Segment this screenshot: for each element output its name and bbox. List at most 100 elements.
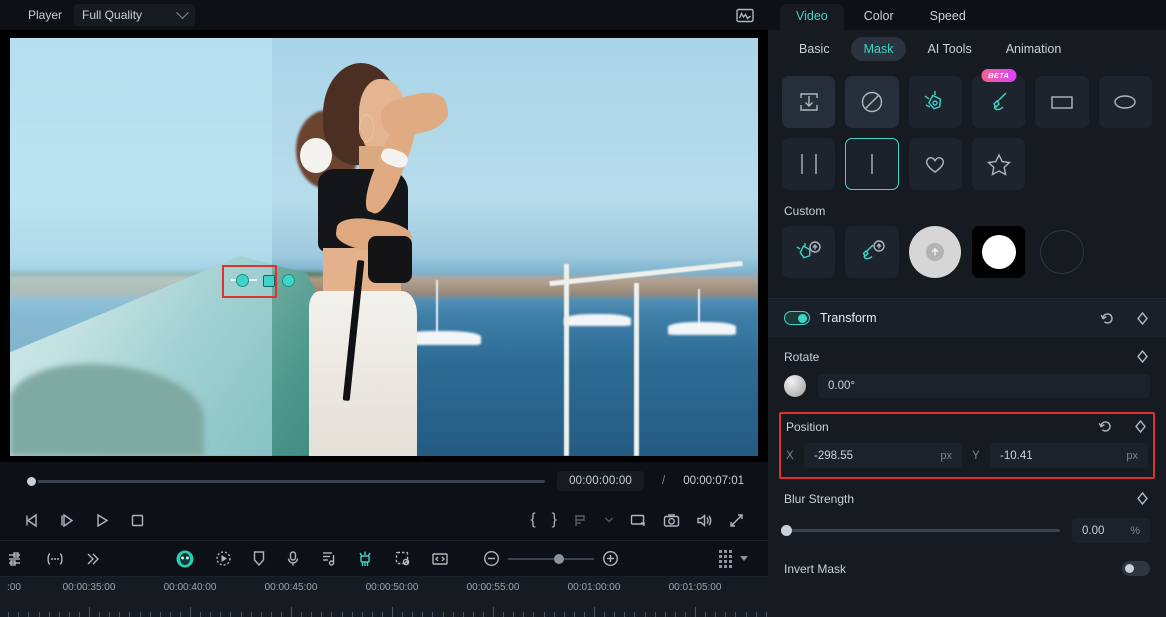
- keyframe-diamond-icon[interactable]: [1135, 311, 1150, 326]
- invert-mask-label: Invert Mask: [784, 561, 847, 576]
- mask-double-line-icon[interactable]: [782, 138, 836, 190]
- zoom-slider-knob[interactable]: [554, 553, 564, 564]
- scrubber[interactable]: [25, 474, 546, 488]
- custom-brush-upload-icon[interactable]: [845, 226, 899, 278]
- blur-slider-knob[interactable]: [781, 525, 792, 536]
- shield-marker-icon[interactable]: [252, 550, 266, 567]
- mask-single-line-icon[interactable]: [845, 138, 899, 190]
- timeline-ruler[interactable]: :00 00:00:35:00 00:00:40:00 00:00:45:00 …: [0, 576, 768, 617]
- custom-empty-slot[interactable]: [1035, 226, 1088, 278]
- crop-icon[interactable]: [394, 550, 411, 567]
- play-icon[interactable]: [94, 513, 111, 528]
- mask-star-icon[interactable]: [971, 138, 1026, 190]
- camera-icon[interactable]: [663, 513, 680, 528]
- blur-input[interactable]: 0.00 %: [1072, 518, 1150, 543]
- mask-import-icon[interactable]: [782, 76, 836, 128]
- chevron-down-icon: [176, 5, 189, 19]
- music-note-icon[interactable]: [320, 550, 336, 567]
- video-preview[interactable]: [10, 38, 758, 456]
- dots-grid-icon[interactable]: [719, 549, 732, 568]
- rotate-input[interactable]: 0.00°: [818, 374, 1150, 398]
- mask-heart-icon[interactable]: [908, 138, 962, 190]
- transform-toggle[interactable]: [784, 311, 810, 325]
- mark-in-button[interactable]: {: [530, 511, 535, 529]
- speaker-icon[interactable]: [696, 513, 713, 528]
- mask-none-icon[interactable]: [845, 76, 899, 128]
- tab-video[interactable]: Video: [780, 4, 844, 30]
- ruler-tick: [664, 612, 666, 617]
- mask-handle-right-dot[interactable]: [282, 274, 295, 287]
- mixer-icon[interactable]: [8, 551, 25, 567]
- zoom-out-icon[interactable]: [483, 550, 500, 567]
- fit-width-icon[interactable]: [431, 551, 449, 567]
- beta-badge: BETA: [981, 69, 1017, 82]
- ruler-tick: [392, 607, 393, 617]
- monitor-icon[interactable]: [630, 513, 647, 528]
- waveform-scope-icon[interactable]: [732, 5, 758, 25]
- quality-select[interactable]: Full Quality: [74, 4, 196, 26]
- invert-mask-toggle[interactable]: [1122, 561, 1150, 576]
- ruler-tick: [301, 612, 303, 617]
- double-chevron-right-icon[interactable]: [85, 551, 101, 567]
- blur-unit: %: [1130, 524, 1140, 537]
- rotate-dial[interactable]: [784, 375, 806, 397]
- zoom-in-icon[interactable]: [602, 550, 619, 567]
- reset-icon[interactable]: [1098, 419, 1113, 434]
- position-y-input[interactable]: -10.41 px: [990, 443, 1148, 468]
- custom-upload-ball-icon[interactable]: [909, 226, 962, 278]
- tab-animation[interactable]: Animation: [993, 37, 1075, 61]
- ruler-tick: [462, 612, 464, 617]
- mask-brush-icon[interactable]: BETA: [971, 69, 1026, 128]
- mark-out-button[interactable]: }: [552, 511, 557, 529]
- ellipsis-box-icon[interactable]: [45, 551, 65, 567]
- ruler-tick: [513, 612, 515, 617]
- stop-icon[interactable]: [129, 513, 146, 528]
- ruler-tick: [311, 612, 313, 617]
- custom-pen-upload-icon[interactable]: [782, 226, 836, 278]
- ruler-tick: [99, 612, 101, 617]
- chroma-key-icon[interactable]: [356, 550, 374, 568]
- mask-ellipse-icon[interactable]: [1098, 76, 1152, 128]
- mask-rectangle-icon[interactable]: [1035, 76, 1089, 128]
- ruler-tick: [583, 612, 585, 617]
- expand-icon[interactable]: [729, 513, 744, 528]
- ruler-tick: [654, 612, 656, 617]
- ruler-tick: [280, 612, 282, 617]
- current-timecode[interactable]: 00:00:00:00: [557, 471, 645, 491]
- step-forward-icon[interactable]: [59, 513, 76, 528]
- tab-mask[interactable]: Mask: [850, 37, 907, 61]
- microphone-icon[interactable]: [286, 550, 300, 567]
- keyframe-diamond-icon[interactable]: [1135, 349, 1150, 364]
- ruler-tick: [109, 612, 111, 617]
- triangle-down-icon[interactable]: [740, 556, 748, 561]
- keyframe-dotted-icon[interactable]: [215, 550, 232, 567]
- marker-icon[interactable]: [573, 513, 588, 528]
- position-x-input[interactable]: -298.55 px: [804, 443, 962, 468]
- tab-color[interactable]: Color: [848, 4, 910, 30]
- blur-section: Blur Strength 0.00 %: [768, 479, 1166, 543]
- ruler-tick: [48, 612, 50, 617]
- reset-icon[interactable]: [1100, 311, 1115, 326]
- custom-bw-circle-preset[interactable]: [971, 226, 1026, 278]
- tab-speed[interactable]: Speed: [914, 4, 982, 30]
- ruler-label: 00:01:00:00: [567, 582, 621, 593]
- ruler-label: 00:00:35:00: [62, 582, 116, 593]
- zoom-slider[interactable]: [508, 553, 594, 564]
- ruler-tick: [523, 612, 525, 617]
- tab-ai-tools[interactable]: AI Tools: [914, 37, 984, 61]
- mask-handle-center-square[interactable]: [263, 275, 275, 287]
- blur-label: Blur Strength: [784, 491, 855, 506]
- mask-ball-icon[interactable]: [175, 549, 195, 569]
- chevron-down-icon[interactable]: [604, 516, 614, 524]
- playhead-knob[interactable]: [25, 474, 38, 488]
- mask-pen-icon[interactable]: [908, 76, 962, 128]
- tab-basic[interactable]: Basic: [786, 37, 843, 61]
- keyframe-diamond-icon[interactable]: [1133, 419, 1148, 434]
- deck-railing: [548, 261, 743, 456]
- ruler-tick: [422, 612, 424, 617]
- ruler-tick: [240, 612, 242, 617]
- step-backward-icon[interactable]: [24, 513, 41, 528]
- mask-handle-left-dot[interactable]: [236, 274, 249, 287]
- blur-slider[interactable]: [781, 525, 1060, 536]
- keyframe-diamond-icon[interactable]: [1135, 491, 1150, 506]
